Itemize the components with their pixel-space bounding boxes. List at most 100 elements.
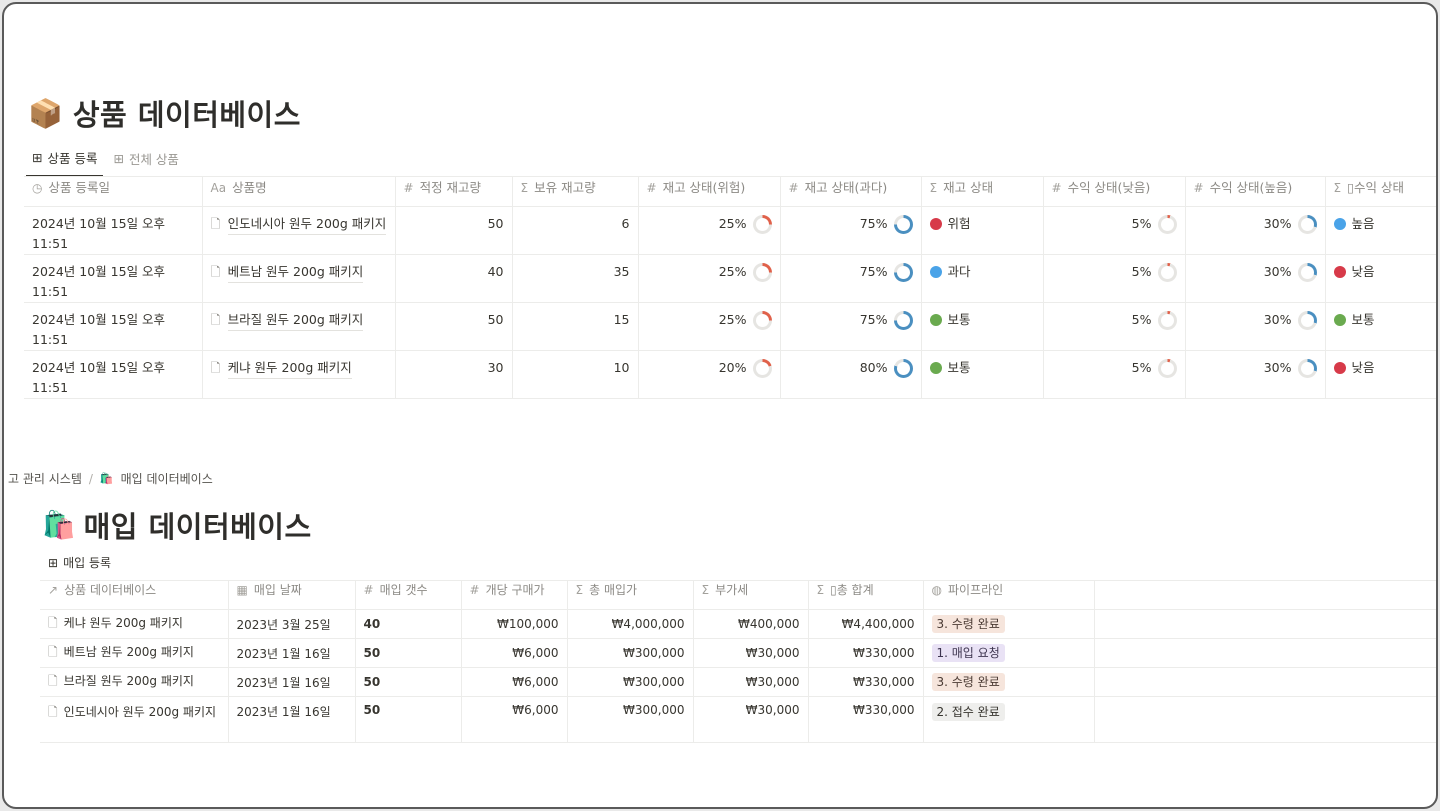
table-row[interactable]: 2024년 10월 15일 오후 11:51 🗋 인도네시아 원두 200g 패키지… (24, 206, 1436, 255)
grand-total-cell[interactable]: ₩4,400,000 (807, 609, 924, 639)
column-header[interactable]: Σ 부가세 (692, 580, 809, 610)
total-price-cell[interactable]: ₩300,000 (566, 696, 694, 743)
risk-cell[interactable]: 25% (637, 302, 781, 351)
excess-cell[interactable]: 75% (779, 206, 922, 255)
vat-cell[interactable]: ₩30,000 (692, 638, 809, 668)
column-header[interactable]: Σ ▯수익 상태 (1324, 176, 1436, 207)
column-header[interactable]: # 재고 상태(과다) (779, 176, 922, 207)
column-header[interactable]: # 재고 상태(위험) (637, 176, 781, 207)
profit-high-cell[interactable]: 30% (1184, 350, 1326, 399)
risk-cell[interactable]: 20% (637, 350, 781, 399)
purchase-date-cell[interactable]: 2023년 1월 16일 (227, 638, 356, 668)
profit-low-cell[interactable]: 5% (1042, 254, 1186, 303)
product-name[interactable]: 🗋 케냐 원두 200g 패키지 (211, 358, 387, 379)
table-row[interactable]: 🗋 인도네시아 원두 200g 패키지 2023년 1월 16일 50 ₩6,000 ₩3… (40, 696, 1436, 743)
product-relation-cell[interactable]: 🗋 베트남 원두 200g 패키지 (40, 638, 229, 668)
stock-status-cell[interactable]: 위험 (920, 206, 1044, 255)
column-header[interactable]: Σ 총 매입가 (566, 580, 694, 610)
purchase-date-cell[interactable]: 2023년 1월 16일 (227, 696, 356, 743)
column-header[interactable]: Σ ▯총 합계 (807, 580, 924, 610)
qty-cell[interactable]: 50 (354, 667, 462, 697)
total-price-cell[interactable]: ₩300,000 (566, 638, 694, 668)
profit-status-cell[interactable]: 높음 (1324, 206, 1436, 255)
unit-price-cell[interactable]: ₩100,000 (460, 609, 568, 639)
profit-status-cell[interactable]: 보통 (1324, 302, 1436, 351)
table-row[interactable]: 🗋 브라질 원두 200g 패키지 2023년 1월 16일 50 ₩6,000 ₩300… (40, 667, 1436, 697)
column-header[interactable]: ◷ 상품 등록일 (24, 176, 203, 207)
breadcrumb-current[interactable]: 매입 데이터베이스 (121, 470, 213, 487)
stock-status-cell[interactable]: 보통 (920, 302, 1044, 351)
date-cell[interactable]: 2024년 10월 15일 오후 11:51 (24, 350, 203, 399)
profit-low-cell[interactable]: 5% (1042, 302, 1186, 351)
proper-stock-cell[interactable]: 50 (394, 206, 513, 255)
column-header[interactable]: # 수익 상태(낮음) (1042, 176, 1186, 207)
table-row[interactable]: 🗋 케냐 원두 200g 패키지 2023년 3월 25일 40 ₩100,000 ₩4,… (40, 609, 1436, 639)
profit-high-cell[interactable]: 30% (1184, 254, 1326, 303)
pipeline-cell[interactable]: 1. 매입 요청 (922, 638, 1095, 668)
column-header[interactable]: # 개당 구매가 (460, 580, 568, 610)
proper-stock-cell[interactable]: 40 (394, 254, 513, 303)
proper-stock-cell[interactable]: 30 (394, 350, 513, 399)
purchase-date-cell[interactable]: 2023년 3월 25일 (227, 609, 356, 639)
held-stock-cell[interactable]: 35 (511, 254, 639, 303)
vat-cell[interactable]: ₩30,000 (692, 696, 809, 743)
product-relation-cell[interactable]: 🗋 브라질 원두 200g 패키지 (40, 667, 229, 697)
stock-status-cell[interactable]: 과다 (920, 254, 1044, 303)
profit-low-cell[interactable]: 5% (1042, 350, 1186, 399)
profit-status-cell[interactable]: 낮음 (1324, 254, 1436, 303)
excess-cell[interactable]: 75% (779, 254, 922, 303)
table-row[interactable]: 2024년 10월 15일 오후 11:51 🗋 베트남 원두 200g 패키지 40… (24, 254, 1436, 303)
risk-cell[interactable]: 25% (637, 254, 781, 303)
qty-cell[interactable]: 50 (354, 638, 462, 668)
pipeline-cell[interactable]: 3. 수령 완료 (922, 609, 1095, 639)
pipeline-cell[interactable]: 3. 수령 완료 (922, 667, 1095, 697)
breadcrumb-parent[interactable]: 고 관리 시스템 (8, 470, 82, 487)
date-cell[interactable]: 2024년 10월 15일 오후 11:51 (24, 254, 203, 303)
table-row[interactable]: 2024년 10월 15일 오후 11:51 🗋 케냐 원두 200g 패키지 30 1… (24, 350, 1436, 399)
column-header[interactable]: ▦ 매입 날짜 (227, 580, 356, 610)
grand-total-cell[interactable]: ₩330,000 (807, 696, 924, 743)
column-header[interactable]: Aa 상품명 (201, 176, 396, 207)
vat-cell[interactable]: ₩30,000 (692, 667, 809, 697)
product-link[interactable]: 브라질 원두 200g 패키지 (64, 674, 194, 688)
table-row[interactable]: 2024년 10월 15일 오후 11:51 🗋 브라질 원두 200g 패키지 50… (24, 302, 1436, 351)
excess-cell[interactable]: 75% (779, 302, 922, 351)
profit-high-cell[interactable]: 30% (1184, 206, 1326, 255)
held-stock-cell[interactable]: 10 (511, 350, 639, 399)
tab-product-register[interactable]: ⊞ 상품 등록 (26, 144, 104, 177)
held-stock-cell[interactable]: 15 (511, 302, 639, 351)
pipeline-cell[interactable]: 2. 접수 완료 (922, 696, 1095, 743)
name-cell[interactable]: 🗋 인도네시아 원두 200g 패키지 (201, 206, 396, 255)
product-link[interactable]: 베트남 원두 200g 패키지 (64, 645, 194, 659)
total-price-cell[interactable]: ₩4,000,000 (566, 609, 694, 639)
tab-all-products[interactable]: ⊞ 전체 상품 (107, 144, 184, 177)
risk-cell[interactable]: 25% (637, 206, 781, 255)
profit-low-cell[interactable]: 5% (1042, 206, 1186, 255)
product-link[interactable]: 인도네시아 원두 200g 패키지 (64, 705, 216, 719)
name-cell[interactable]: 🗋 베트남 원두 200g 패키지 (201, 254, 396, 303)
name-cell[interactable]: 🗋 브라질 원두 200g 패키지 (201, 302, 396, 351)
stock-status-cell[interactable]: 보통 (920, 350, 1044, 399)
column-header[interactable]: # 매입 갯수 (354, 580, 462, 610)
column-header[interactable]: Σ 재고 상태 (920, 176, 1044, 207)
product-relation-cell[interactable]: 🗋 케냐 원두 200g 패키지 (40, 609, 229, 639)
product-name[interactable]: 🗋 인도네시아 원두 200g 패키지 (211, 214, 387, 235)
total-price-cell[interactable]: ₩300,000 (566, 667, 694, 697)
name-cell[interactable]: 🗋 케냐 원두 200g 패키지 (201, 350, 396, 399)
table-row[interactable]: 🗋 베트남 원두 200g 패키지 2023년 1월 16일 50 ₩6,000 ₩300… (40, 638, 1436, 668)
qty-cell[interactable]: 50 (354, 696, 462, 743)
product-name[interactable]: 🗋 베트남 원두 200g 패키지 (211, 262, 387, 283)
product-relation-cell[interactable]: 🗋 인도네시아 원두 200g 패키지 (40, 696, 229, 743)
date-cell[interactable]: 2024년 10월 15일 오후 11:51 (24, 302, 203, 351)
excess-cell[interactable]: 80% (779, 350, 922, 399)
unit-price-cell[interactable]: ₩6,000 (460, 667, 568, 697)
product-link[interactable]: 케냐 원두 200g 패키지 (64, 616, 183, 630)
column-header[interactable]: # 수익 상태(높음) (1184, 176, 1326, 207)
vat-cell[interactable]: ₩400,000 (692, 609, 809, 639)
date-cell[interactable]: 2024년 10월 15일 오후 11:51 (24, 206, 203, 255)
purchase-date-cell[interactable]: 2023년 1월 16일 (227, 667, 356, 697)
unit-price-cell[interactable]: ₩6,000 (460, 696, 568, 743)
column-header[interactable]: # 적정 재고량 (394, 176, 513, 207)
column-header[interactable]: Σ 보유 재고량 (511, 176, 639, 207)
unit-price-cell[interactable]: ₩6,000 (460, 638, 568, 668)
